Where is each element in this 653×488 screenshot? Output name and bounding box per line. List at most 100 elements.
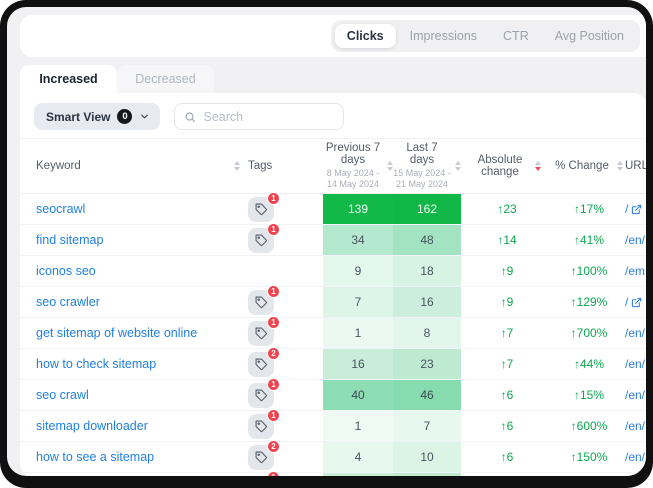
tag-icon xyxy=(255,451,268,464)
tag-count-badge: 1 xyxy=(267,378,280,391)
tab-increased[interactable]: Increased xyxy=(20,65,117,93)
header-keyword: Keyword xyxy=(36,160,81,172)
tag-icon xyxy=(255,327,268,340)
tag-chip[interactable]: 1 xyxy=(248,383,274,408)
tag-chip[interactable]: 1 xyxy=(248,476,274,477)
table-body: seocrawl 1 139 162 ↑23 ↑17% / find sitem… xyxy=(20,194,646,476)
tag-chip[interactable]: 1 xyxy=(248,228,274,253)
tag-count-badge: 2 xyxy=(267,440,280,453)
keyword-link[interactable]: sitemap downloader xyxy=(36,419,148,433)
last-value-cell: 18 xyxy=(393,256,461,286)
keyword-link[interactable]: how to see a sitemap xyxy=(36,450,154,464)
tab-clicks[interactable]: Clicks xyxy=(335,24,396,48)
keyword-link[interactable]: find sitemap xyxy=(36,233,103,247)
header-last-range: 15 May 2024 - 21 May 2024 xyxy=(393,168,451,191)
direction-tab-group: Increased Decreased xyxy=(20,65,646,93)
tag-icon xyxy=(255,358,268,371)
previous-value-cell: 1 xyxy=(323,318,393,348)
pct-change-value: ↑150% xyxy=(571,450,608,464)
header-pct-change: % Change xyxy=(555,160,609,172)
search-icon xyxy=(184,111,196,123)
keyword-link[interactable]: get sitemap of website online xyxy=(36,326,197,340)
table-row: seo crawler 1 7 16 ↑9 ↑129% / xyxy=(20,287,646,318)
tag-count-badge: 1 xyxy=(267,192,280,205)
table-header-row: Keyword Tags Previous 7 days 8 May 2024 … xyxy=(20,138,646,194)
smart-view-label: Smart View xyxy=(46,110,110,124)
external-link-icon xyxy=(631,297,642,308)
header-previous-7-days: Previous 7 days xyxy=(323,142,383,166)
chevron-down-icon xyxy=(139,111,150,122)
tag-chip[interactable]: 2 xyxy=(248,352,274,377)
absolute-change-value: ↑6 xyxy=(501,450,514,464)
tag-count-badge: 1 xyxy=(267,285,280,298)
tag-count-badge: 1 xyxy=(267,409,280,422)
keyword-link[interactable]: seocrawl xyxy=(36,202,85,216)
header-tags: Tags xyxy=(248,160,272,172)
keyword-link[interactable]: seo crawler xyxy=(36,295,100,309)
url-link[interactable]: /en/ xyxy=(625,419,645,433)
last-value-cell: 7 xyxy=(393,411,461,441)
url-link[interactable]: /en/ xyxy=(625,233,645,247)
tab-decreased[interactable]: Decreased xyxy=(117,65,214,93)
url-link[interactable]: / xyxy=(625,295,642,309)
metric-tab-group: Clicks Impressions CTR Avg Position xyxy=(331,20,640,52)
pct-change-value: ↑100% xyxy=(571,264,608,278)
tag-icon xyxy=(255,296,268,309)
previous-value-cell: 40 xyxy=(323,380,393,410)
header-previous-range: 8 May 2024 - 14 May 2024 xyxy=(323,168,383,191)
previous-value-cell: 7 xyxy=(323,287,393,317)
tag-count-badge: 1 xyxy=(267,223,280,236)
pct-change-value: ↑15% xyxy=(574,388,604,402)
table-row: how to see a sitemap 2 4 10 ↑6 ↑150% /en… xyxy=(20,442,646,473)
search-input[interactable] xyxy=(203,110,334,124)
absolute-change-value: ↑6 xyxy=(501,388,514,402)
tag-chip[interactable]: 1 xyxy=(248,290,274,315)
sort-absolute-icon[interactable] xyxy=(535,161,541,171)
table-row: find sitemap 1 34 48 ↑14 ↑41% /en/ xyxy=(20,225,646,256)
last-value-cell xyxy=(393,473,461,476)
table-row: get sitemap of website online 1 1 8 ↑7 ↑… xyxy=(20,318,646,349)
keyword-link[interactable]: iconos seo xyxy=(36,264,96,278)
smart-view-dropdown[interactable]: Smart View 0 xyxy=(34,103,160,130)
tag-chip[interactable]: 2 xyxy=(248,445,274,470)
tab-impressions[interactable]: Impressions xyxy=(398,24,489,48)
tag-chip[interactable]: 1 xyxy=(248,197,274,222)
tag-icon xyxy=(255,203,268,216)
smart-view-count-badge: 0 xyxy=(117,109,132,124)
tag-chip[interactable]: 1 xyxy=(248,321,274,346)
table-row: seo crawl 1 40 46 ↑6 ↑15% /en/ xyxy=(20,380,646,411)
previous-value-cell: 1 xyxy=(323,411,393,441)
pct-change-value: ↑600% xyxy=(571,419,608,433)
url-link[interactable]: /en/ xyxy=(625,326,645,340)
tab-ctr[interactable]: CTR xyxy=(491,24,541,48)
app-background: Clicks Impressions CTR Avg Position Incr… xyxy=(7,7,646,476)
tag-count-badge: 1 xyxy=(267,316,280,329)
tab-avg-position[interactable]: Avg Position xyxy=(543,24,636,48)
absolute-change-value: ↑23 xyxy=(497,202,516,216)
last-value-cell: 48 xyxy=(393,225,461,255)
last-value-cell: 10 xyxy=(393,442,461,472)
absolute-change-value: ↑9 xyxy=(501,295,514,309)
url-link[interactable]: /em xyxy=(625,264,645,278)
absolute-change-value: ↑7 xyxy=(501,357,514,371)
table-row: 1 xyxy=(20,473,646,476)
tag-chip[interactable]: 1 xyxy=(248,414,274,439)
url-link[interactable]: /en/ xyxy=(625,450,645,464)
tag-count-badge: 2 xyxy=(267,347,280,360)
url-link[interactable]: /en/ xyxy=(625,357,645,371)
keyword-link[interactable]: how to check sitemap xyxy=(36,357,156,371)
previous-value-cell: 139 xyxy=(323,194,393,224)
table-controls: Smart View 0 xyxy=(20,93,646,138)
sort-keyword-icon[interactable] xyxy=(234,161,240,171)
absolute-change-value: ↑7 xyxy=(501,326,514,340)
pct-change-value: ↑700% xyxy=(571,326,608,340)
sort-pct-icon[interactable] xyxy=(617,161,623,171)
tag-icon xyxy=(255,389,268,402)
previous-value-cell: 9 xyxy=(323,256,393,286)
header-url: URL xyxy=(625,160,646,172)
pct-change-value: ↑41% xyxy=(574,233,604,247)
keyword-link[interactable]: seo crawl xyxy=(36,388,89,402)
pct-change-value: ↑17% xyxy=(574,202,604,216)
url-link[interactable]: / xyxy=(625,202,642,216)
url-link[interactable]: /en/ xyxy=(625,388,645,402)
